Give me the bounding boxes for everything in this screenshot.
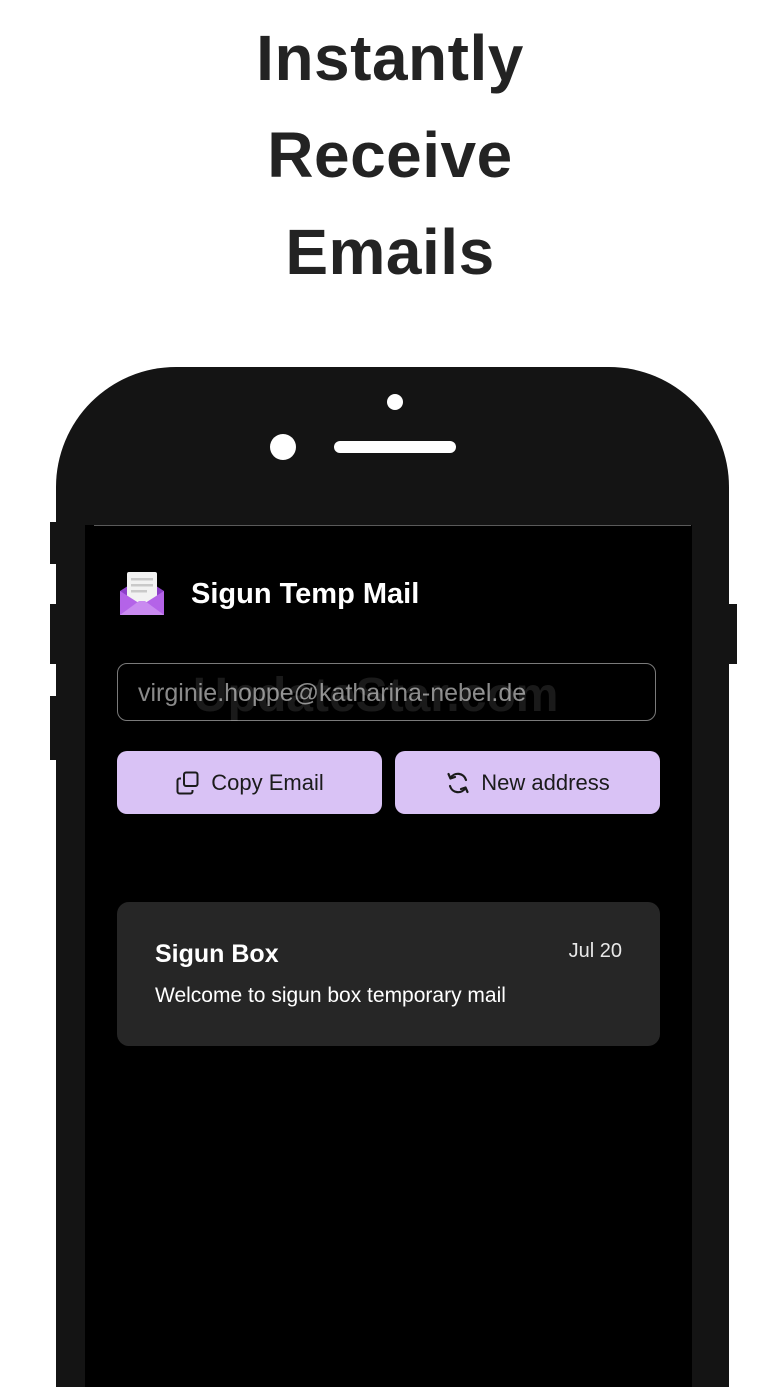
app-title: Sigun Temp Mail [191, 577, 420, 610]
new-address-button[interactable]: New address [395, 751, 660, 814]
headline-line-1: Instantly [256, 22, 524, 94]
promo-headline: Instantly Receive Emails [0, 10, 780, 301]
new-address-label: New address [481, 769, 610, 795]
headline-line-3: Emails [285, 216, 495, 288]
message-sender: Sigun Box [155, 940, 279, 968]
app-header: Sigun Temp Mail [117, 569, 419, 619]
phone-screen: Sigun Temp Mail virginie.hoppe@katharina… [85, 525, 692, 1387]
message-date: Jul 20 [568, 940, 622, 962]
refresh-icon [445, 770, 471, 796]
phone-speaker [334, 441, 456, 453]
open-envelope-icon [120, 572, 164, 615]
phone-front-camera [270, 434, 296, 460]
copy-icon [175, 770, 201, 796]
copy-email-button[interactable]: Copy Email [117, 751, 382, 814]
copy-email-label: Copy Email [211, 769, 324, 795]
phone-sensor-dot [387, 394, 403, 410]
email-address-field[interactable]: virginie.hoppe@katharina-nebel.de [117, 663, 656, 721]
app-store-screenshot: Instantly Receive Emails Sigun Temp Mail… [0, 0, 780, 1387]
inbox-message-card[interactable]: Sigun Box Jul 20 Welcome to sigun box te… [117, 902, 660, 1046]
headline-line-2: Receive [267, 119, 513, 191]
message-preview: Welcome to sigun box temporary mail [155, 984, 506, 1007]
screen-top-edge [94, 525, 691, 526]
